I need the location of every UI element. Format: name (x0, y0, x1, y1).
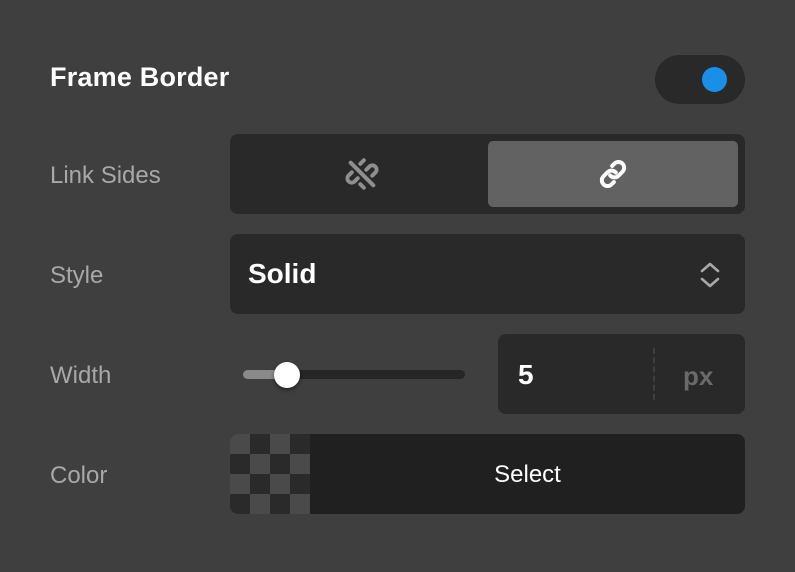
frame-border-panel: Frame Border Link Sides Style Solid Widt… (0, 0, 795, 572)
link-sides-label: Link Sides (50, 162, 161, 189)
color-label: Color (50, 462, 108, 489)
width-unit: px (683, 361, 714, 391)
width-input[interactable] (518, 359, 638, 391)
style-select[interactable]: Solid (230, 234, 745, 314)
transparent-swatch (230, 434, 310, 514)
section-title: Frame Border (50, 62, 230, 92)
color-select-button[interactable]: Select (230, 434, 745, 514)
width-label: Width (50, 362, 112, 389)
width-slider[interactable] (243, 358, 465, 392)
unlink-sides-button[interactable] (237, 141, 487, 207)
toggle-knob (702, 67, 727, 92)
chevron-up-down-icon (700, 262, 720, 288)
link-sides-button[interactable] (488, 141, 738, 207)
link-sides-segmented-control (230, 134, 745, 214)
link-icon (599, 160, 627, 188)
color-select-label: Select (494, 461, 561, 488)
width-number-field: px (498, 334, 745, 414)
unit-divider (653, 348, 655, 400)
unlink-icon (345, 158, 379, 190)
style-select-value: Solid (248, 258, 317, 289)
style-label: Style (50, 262, 104, 289)
slider-thumb[interactable] (274, 362, 300, 388)
frame-border-toggle[interactable] (655, 55, 745, 104)
